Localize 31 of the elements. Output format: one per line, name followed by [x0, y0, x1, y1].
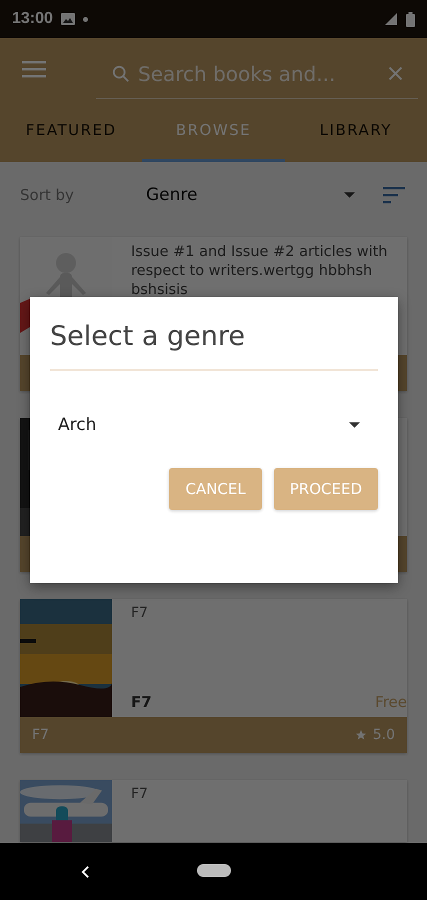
book-description: Issue #1 and Issue #2 articles with respect to writers.wertgg hbbhsh bshsisis [131, 243, 388, 300]
home-button[interactable] [197, 864, 231, 877]
back-icon[interactable] [81, 865, 90, 879]
dialog-button[interactable]: PROCEED [274, 468, 378, 510]
book-category: F7 [32, 727, 49, 743]
book-rating: 5.0 [372, 727, 395, 743]
image-icon [60, 13, 75, 25]
search-icon [112, 64, 130, 82]
tab[interactable]: FEATURED [0, 100, 142, 162]
book-price: Free [375, 693, 407, 711]
menu-icon[interactable] [22, 60, 46, 78]
notification-dot-icon [82, 16, 88, 22]
book-card[interactable]: F7 [20, 780, 407, 842]
genre-select[interactable]: Arch [50, 411, 378, 439]
dialog-title: Select a genre [50, 321, 378, 371]
caret-icon [349, 422, 360, 428]
book-card[interactable]: F7 F7 Free F7 5.0 [20, 599, 407, 753]
close-icon[interactable] [387, 65, 404, 82]
dialog-button[interactable]: CANCEL [169, 468, 262, 510]
sort-icon[interactable] [383, 186, 405, 204]
star-icon [354, 729, 367, 741]
battery-icon [406, 12, 415, 26]
sort-dropdown[interactable]: Genre [146, 185, 383, 205]
book-title: F7 [131, 605, 149, 621]
book-title: F7 [131, 786, 149, 802]
tab[interactable]: LIBRARY [284, 100, 427, 162]
book-author: F7 [131, 693, 152, 711]
caret-icon [344, 192, 355, 198]
tab[interactable]: BROWSE [142, 100, 285, 162]
status-time: 13:00 [12, 10, 53, 28]
signal-icon [384, 12, 398, 26]
